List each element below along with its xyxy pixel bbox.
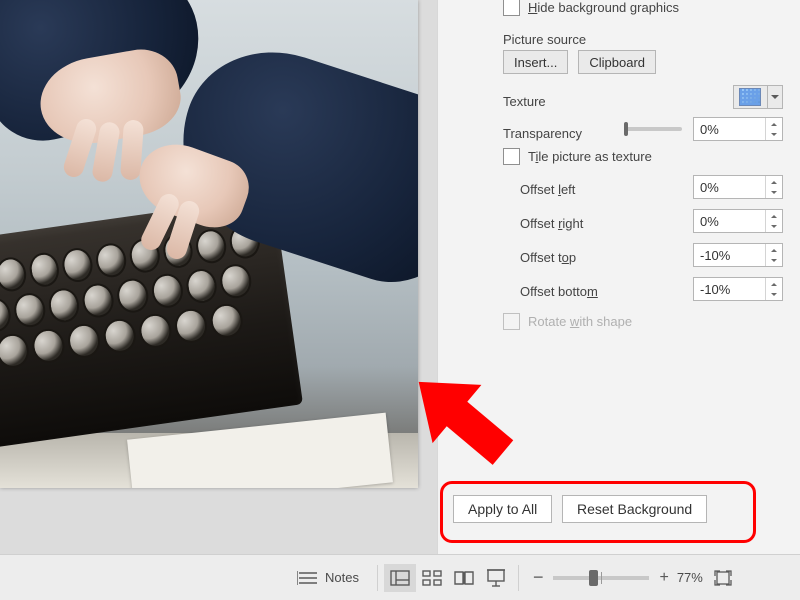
slide-sorter-view-button[interactable] (416, 564, 448, 592)
slide[interactable] (0, 0, 418, 488)
offset-bottom-label: Offset bottom (520, 284, 598, 299)
zoom-percentage[interactable]: 77% (677, 570, 703, 585)
notes-button[interactable]: Notes (285, 562, 371, 594)
tile-picture-label: Tile picture as texture (528, 149, 652, 164)
texture-dropdown[interactable] (733, 85, 783, 109)
hide-background-graphics-label: Hide background graphics (528, 0, 679, 15)
slide-show-icon (486, 569, 506, 587)
texture-label: Texture (503, 94, 546, 109)
reading-view-button[interactable] (448, 564, 480, 592)
zoom-thumb-icon (589, 570, 598, 586)
zoom-out-button[interactable]: − (533, 567, 544, 588)
offset-left-label: Offset left (520, 182, 575, 197)
slide-sorter-icon (422, 570, 442, 586)
offset-right-label: Offset right (520, 216, 583, 231)
reset-background-button[interactable]: Reset Background (562, 495, 707, 523)
slide-stage (0, 0, 437, 555)
offset-left-spinner[interactable]: 0% (693, 175, 783, 199)
status-bar: Notes − + 77% (0, 554, 800, 600)
chevron-down-icon (767, 86, 782, 108)
transparency-value: 0% (694, 122, 765, 137)
reading-view-icon (453, 570, 475, 586)
separator (518, 565, 519, 591)
rotate-with-shape-checkbox (503, 313, 520, 330)
texture-swatch-icon (739, 88, 761, 106)
zoom-slider[interactable] (553, 576, 649, 580)
fit-to-window-button[interactable] (711, 566, 735, 590)
fit-to-window-icon (713, 569, 733, 587)
slider-thumb-icon (624, 122, 628, 136)
format-background-pane: Hide background graphics Picture source … (437, 0, 800, 555)
zoom-in-button[interactable]: + (659, 569, 668, 587)
clipboard-button[interactable]: Clipboard (578, 50, 656, 74)
separator (377, 565, 378, 591)
zoom-control: − + (533, 567, 669, 588)
insert-button[interactable]: Insert... (503, 50, 568, 74)
rotate-with-shape-label: Rotate with shape (528, 314, 632, 329)
picture-source-label: Picture source (503, 32, 586, 47)
notes-icon (297, 570, 319, 586)
notes-label: Notes (325, 570, 359, 585)
offset-top-spinner[interactable]: -10% (693, 243, 783, 267)
offset-bottom-spinner[interactable]: -10% (693, 277, 783, 301)
offset-right-spinner[interactable]: 0% (693, 209, 783, 233)
tile-picture-checkbox[interactable] (503, 148, 520, 165)
spinner-up-icon[interactable] (766, 118, 782, 129)
apply-to-all-button[interactable]: Apply to All (453, 495, 552, 523)
spinner-down-icon[interactable] (766, 129, 782, 140)
transparency-spinner[interactable]: 0% (693, 117, 783, 141)
transparency-slider[interactable] (624, 127, 682, 131)
hide-background-graphics-checkbox[interactable] (503, 0, 520, 16)
normal-view-button[interactable] (384, 564, 416, 592)
transparency-label: Transparency (503, 126, 582, 141)
normal-view-icon (390, 570, 410, 586)
zoom-tick-icon (601, 572, 602, 584)
slide-show-button[interactable] (480, 564, 512, 592)
slide-picture (0, 0, 418, 488)
offset-top-label: Offset top (520, 250, 576, 265)
